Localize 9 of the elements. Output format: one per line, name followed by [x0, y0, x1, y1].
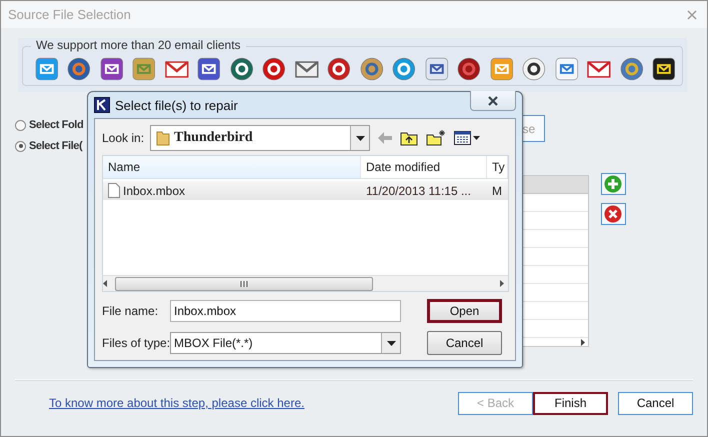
window-title: Source File Selection — [8, 7, 131, 22]
group-legend: We support more than 20 email clients — [31, 38, 246, 52]
file-type-label: Files of type: — [102, 336, 170, 350]
file-cell: 11/20/2013 11:15 ... — [366, 184, 471, 198]
file-cell: Inbox.mbox — [123, 184, 186, 198]
dialog-title: Select file(s) to repair — [115, 98, 238, 112]
file-cell: M — [492, 184, 502, 198]
look-in-label: Look in: — [102, 131, 144, 145]
file-name-label: File name: — [102, 304, 160, 318]
